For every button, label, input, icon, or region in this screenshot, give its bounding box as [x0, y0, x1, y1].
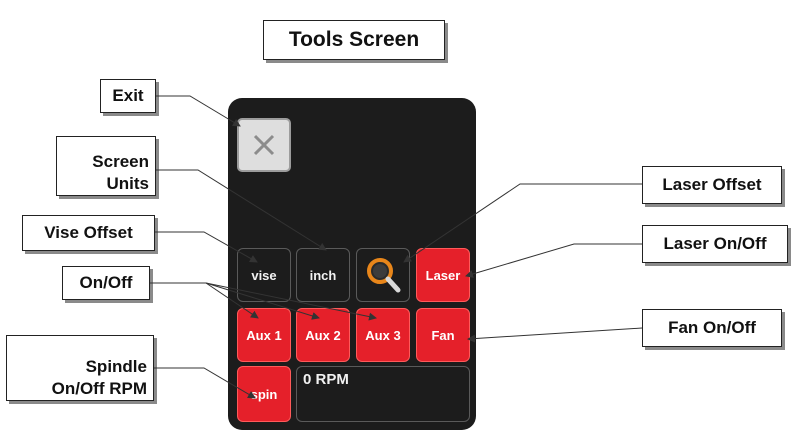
leader-on-off-aux2 — [205, 282, 320, 320]
leader-fan-on-off — [467, 327, 643, 343]
leader-exit — [156, 95, 241, 127]
leader-vise-offset — [155, 231, 258, 263]
leader-screen-units — [156, 169, 327, 251]
leader-lines — [150, 95, 643, 399]
leader-laser-offset — [403, 183, 642, 263]
leader-laser-on-off — [465, 243, 642, 278]
leader-spindle — [154, 367, 256, 399]
